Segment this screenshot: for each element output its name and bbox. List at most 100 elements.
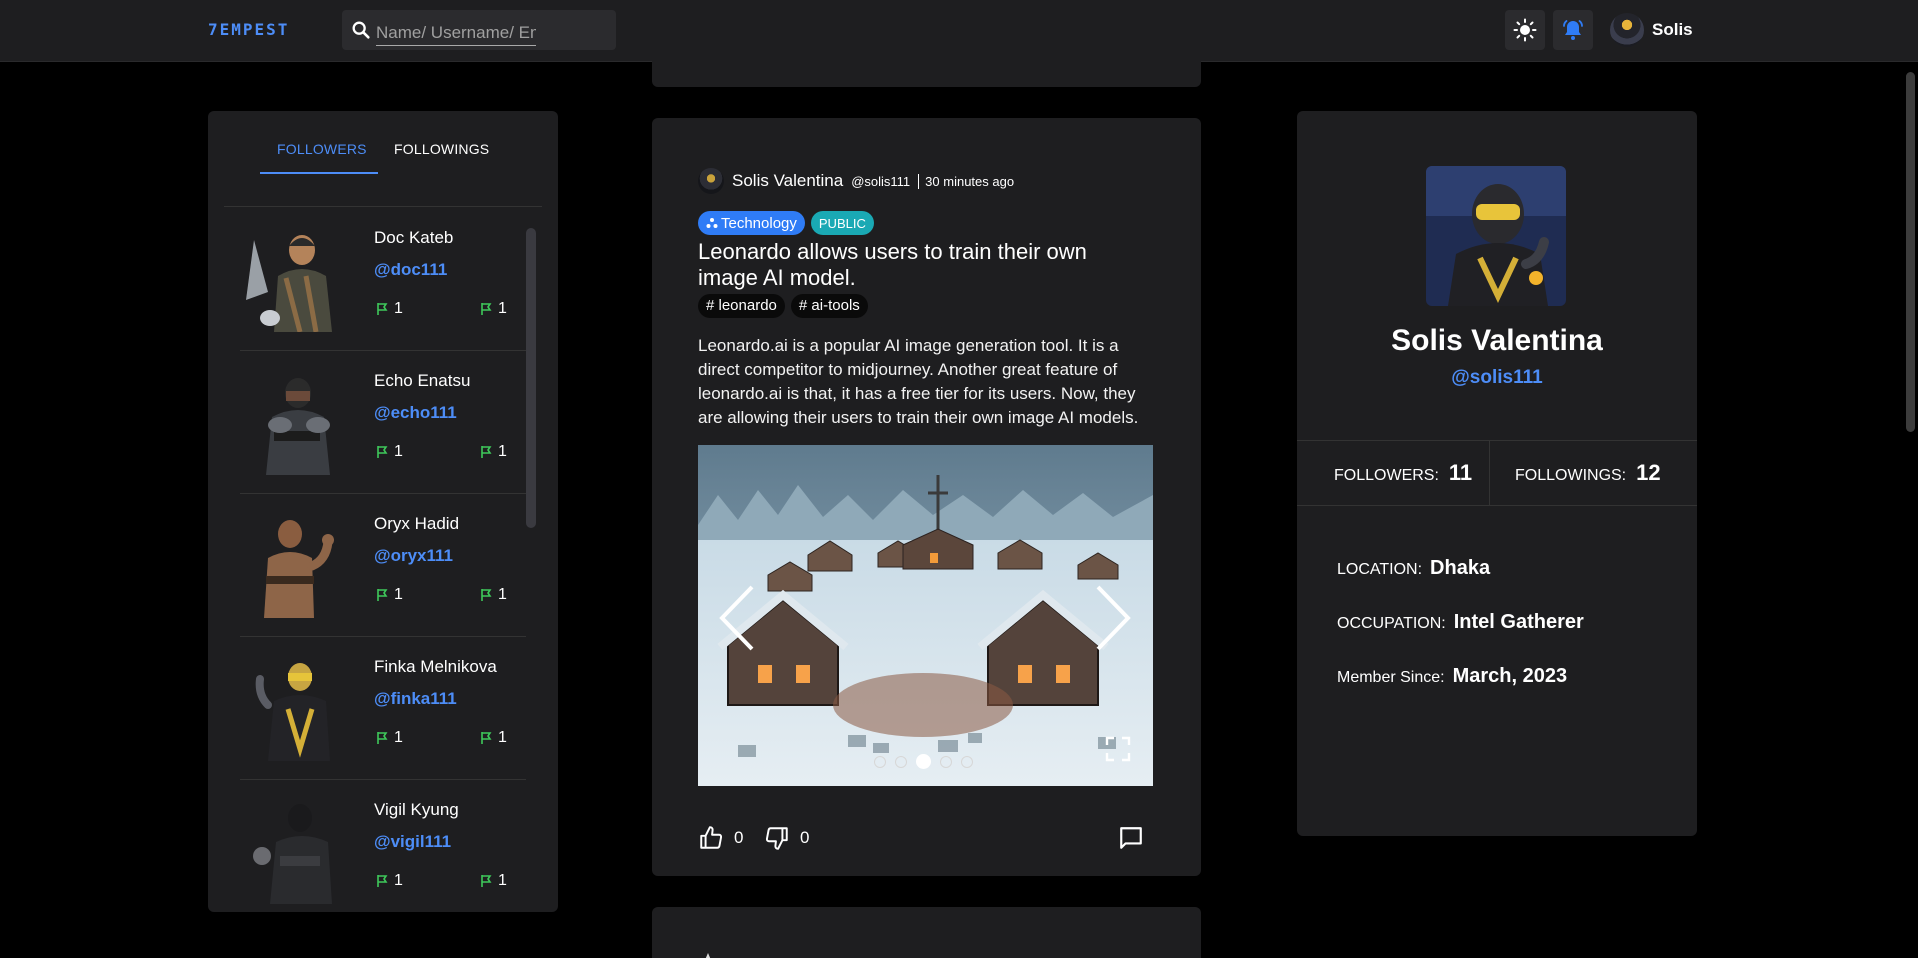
stat-followers: 1 <box>478 872 507 890</box>
stat-followers: 1 <box>478 586 507 604</box>
profile-username: @solis111 <box>1451 367 1543 388</box>
flag-icon <box>481 875 492 887</box>
follower-name: Finka Melnikova <box>374 657 497 676</box>
page-scrollbar[interactable] <box>1906 72 1915 432</box>
profile-name: Solis Valentina <box>1391 324 1603 357</box>
post-chips: Technology PUBLIC <box>698 211 874 235</box>
stat-posts: 1 <box>374 729 403 747</box>
followings-count[interactable]: FOLLOWINGS: 12 <box>1515 460 1661 486</box>
follower-username[interactable]: @doc111 <box>374 260 447 280</box>
flag-icon <box>481 589 492 601</box>
follow-tabs: FOLLOWERS FOLLOWINGS <box>208 111 558 208</box>
comment-icon <box>1120 827 1142 849</box>
avatar <box>240 649 352 761</box>
post-username[interactable]: @solis111 <box>851 174 910 189</box>
category-badge[interactable]: Technology <box>698 211 805 235</box>
member-since-row: Member Since: March, 2023 <box>1337 665 1568 687</box>
fullscreen-icon[interactable] <box>1104 735 1132 763</box>
list-item[interactable]: Oryx Hadid @oryx111 1 1 <box>240 494 526 637</box>
tab-followings[interactable]: FOLLOWINGS <box>394 141 489 157</box>
follower-username[interactable]: @echo111 <box>374 403 457 423</box>
dislike-button[interactable]: 0 <box>764 825 809 851</box>
stat-posts: 1 <box>374 586 403 604</box>
visibility-badge: PUBLIC <box>810 211 874 235</box>
like-button[interactable]: 0 <box>698 825 743 851</box>
avatar[interactable] <box>698 168 724 194</box>
flag-icon <box>481 446 492 458</box>
active-tab-indicator <box>260 172 378 174</box>
flag-icon <box>377 446 388 458</box>
follower-username[interactable]: @finka111 <box>374 689 457 709</box>
post-body: Leonardo.ai is a popular AI image genera… <box>698 336 1139 427</box>
user-name: Solis <box>1652 20 1693 39</box>
post-title: Leonardo allows users to train their own… <box>698 239 1087 290</box>
list-item[interactable]: Echo Enatsu @echo111 1 1 <box>240 351 526 494</box>
app-logo[interactable]: 7EMPEST <box>208 20 289 39</box>
follower-name: Vigil Kyung <box>374 800 459 819</box>
image-carousel[interactable] <box>698 445 1153 786</box>
tab-followers[interactable]: FOLLOWERS <box>277 141 367 157</box>
stat-posts: 1 <box>374 300 403 318</box>
followers-count[interactable]: FOLLOWERS: 11 <box>1334 460 1472 486</box>
list-scrollbar[interactable] <box>526 228 536 528</box>
list-item[interactable]: Finka Melnikova @finka111 1 1 <box>240 637 526 780</box>
tag-chip[interactable]: # ai-tools <box>790 294 868 318</box>
carousel-dots <box>874 754 973 769</box>
carousel-dot[interactable] <box>940 755 952 768</box>
follower-username[interactable]: @oryx111 <box>374 546 453 566</box>
carousel-prev-button[interactable] <box>716 583 760 653</box>
avatar <box>240 363 352 475</box>
flag-icon <box>377 732 388 744</box>
list-item[interactable]: Vigil Kyung @vigil111 1 1 <box>240 780 526 923</box>
carousel-dot[interactable] <box>961 755 973 768</box>
follower-name: Oryx Hadid <box>374 514 460 533</box>
flag-icon <box>377 303 388 315</box>
carousel-dot[interactable] <box>895 755 907 768</box>
dislike-count: 0 <box>800 828 810 847</box>
flag-icon <box>377 589 388 601</box>
divider <box>1489 441 1490 505</box>
avatar <box>705 953 711 958</box>
search-icon <box>352 21 370 39</box>
post-author[interactable]: Solis Valentina <box>732 171 843 191</box>
follow-counts: FOLLOWERS: 11 FOLLOWINGS: 12 <box>1297 440 1697 506</box>
carousel-dot[interactable] <box>874 755 886 768</box>
previous-post-card <box>652 52 1201 87</box>
tag-chip[interactable]: # leonardo <box>698 294 785 318</box>
profile-card: Solis Valentina @solis111 FOLLOWERS: 11 … <box>1297 111 1697 836</box>
profile-avatar <box>1426 166 1566 306</box>
stat-followers: 1 <box>478 729 507 747</box>
location-row: LOCATION: Dhaka <box>1337 557 1491 579</box>
user-menu[interactable]: Solis <box>1610 13 1693 47</box>
follower-name: Echo Enatsu <box>374 371 471 390</box>
post-card: Solis Valentina @solis111 30 minutes ago… <box>652 118 1201 876</box>
next-post-card <box>652 907 1201 958</box>
occupation-row: OCCUPATION: Intel Gatherer <box>1337 611 1584 633</box>
post-actions: 0 0 <box>698 825 1158 853</box>
notifications-button[interactable] <box>1553 10 1593 50</box>
stat-followers: 1 <box>478 443 507 461</box>
flag-icon <box>481 303 492 315</box>
follower-username[interactable]: @vigil111 <box>374 832 451 852</box>
stat-posts: 1 <box>374 872 403 890</box>
follower-name: Doc Kateb <box>374 228 454 247</box>
list-item[interactable]: Doc Kateb @doc111 1 1 <box>240 208 526 351</box>
comment-button[interactable] <box>1118 825 1144 851</box>
thumbs-up-icon <box>700 826 723 849</box>
thumbs-down-icon <box>765 827 788 850</box>
stat-posts: 1 <box>374 443 403 461</box>
sun-icon <box>1513 18 1537 42</box>
post-header: Solis Valentina @solis111 30 minutes ago <box>698 168 1014 194</box>
carousel-dot[interactable] <box>916 754 931 769</box>
post-tags: # leonardo # ai-tools <box>698 294 868 318</box>
theme-toggle-button[interactable] <box>1505 10 1545 50</box>
search-input[interactable] <box>376 20 536 46</box>
avatar <box>240 220 352 332</box>
carousel-next-button[interactable] <box>1090 583 1134 653</box>
post-time: 30 minutes ago <box>918 173 1014 189</box>
avatar <box>1610 13 1644 47</box>
divider <box>224 206 542 207</box>
category-icon <box>706 218 718 228</box>
bell-icon <box>1563 20 1583 40</box>
stat-followers: 1 <box>478 300 507 318</box>
